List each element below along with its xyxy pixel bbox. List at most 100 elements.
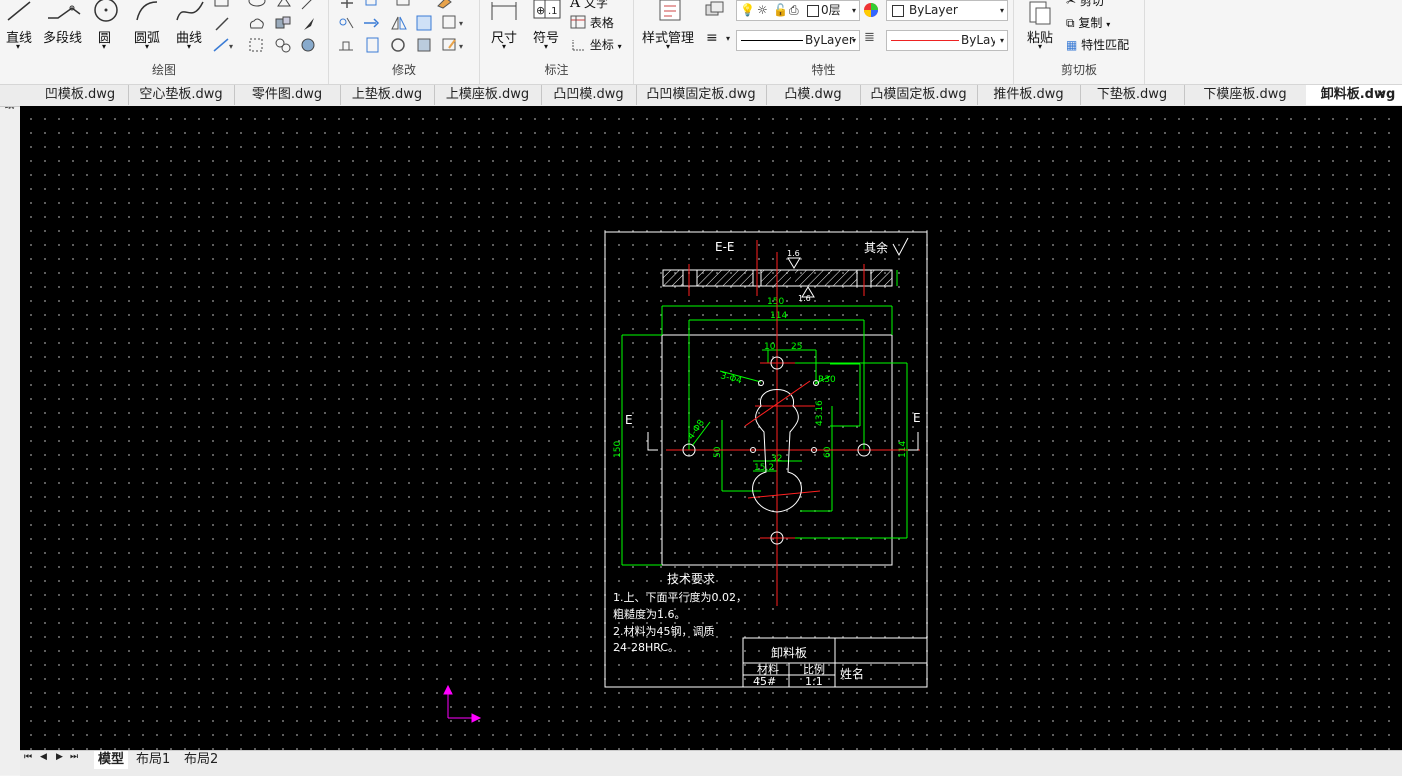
layout-tab-model[interactable]: 模型 xyxy=(94,751,129,769)
file-tab[interactable]: 凸凹模.dwg xyxy=(541,85,637,105)
linetype-preview xyxy=(741,40,803,41)
file-tab[interactable]: 下垫板.dwg xyxy=(1080,85,1185,105)
file-tab[interactable]: 零件图.dwg xyxy=(234,85,341,105)
ellipse-icon[interactable] xyxy=(248,0,266,8)
region-icon[interactable] xyxy=(274,37,292,53)
close-tab-icon[interactable]: ✕ xyxy=(1376,87,1386,101)
layer-dropdown[interactable]: 💡 ☼ 🔓 ⎙ 0层 ▾ xyxy=(736,0,860,21)
lineweight-icon[interactable]: ≣ xyxy=(864,30,875,45)
roughness-symbol xyxy=(892,237,909,257)
svg-text:▾: ▾ xyxy=(229,42,233,51)
rectangle-icon[interactable] xyxy=(214,0,230,8)
style-manager-tool[interactable]: 样式管理 ▾ xyxy=(640,0,700,55)
file-tab[interactable]: 凹模板.dwg xyxy=(32,85,129,105)
color-wheel-icon[interactable] xyxy=(862,1,880,19)
dim-10: 10 xyxy=(764,342,776,352)
clipboard-panel-title: 剪切板 xyxy=(1060,63,1097,77)
rotate-icon[interactable] xyxy=(395,0,413,10)
mirror-icon[interactable] xyxy=(389,14,409,32)
tech-line-3: 2.材料为45钢，调质 xyxy=(613,624,715,638)
file-tab[interactable]: 卸料板.dwg xyxy=(1306,85,1402,105)
file-tab[interactable]: 上垫板.dwg xyxy=(340,85,435,105)
document-tab-bar: 凹模板.dwg 空心垫板.dwg 零件图.dwg 上垫板.dwg 上模座板.dwg 凸凹模… xyxy=(0,85,1402,107)
copy-tool[interactable]: ⧉ 复制 ▾ xyxy=(1066,14,1110,31)
scale-icon[interactable] xyxy=(363,36,383,54)
rotate-object-icon[interactable] xyxy=(389,36,409,54)
text-tool[interactable]: A 文字 xyxy=(570,0,608,11)
table-tool[interactable]: 表格 xyxy=(570,14,614,31)
file-tab[interactable]: 上模座板.dwg xyxy=(434,85,542,105)
properties-edit-icon[interactable]: ▾ xyxy=(441,36,467,54)
list-icon[interactable]: ≡ xyxy=(706,30,718,46)
scissors-icon: ✂ xyxy=(1066,0,1077,8)
file-tab[interactable]: 下模座板.dwg xyxy=(1184,85,1307,105)
polyline-label: 多段线 xyxy=(43,31,83,46)
file-tab[interactable]: 凸凹模固定板.dwg xyxy=(636,85,767,105)
line-tool[interactable]: 直线 ▾ xyxy=(4,0,34,55)
coordinate-label: 坐标 xyxy=(589,38,614,52)
layout-tab-1[interactable]: 布局1 xyxy=(136,751,170,769)
last-layout-icon[interactable]: ⏭ xyxy=(70,752,78,762)
extend-icon[interactable] xyxy=(362,14,382,32)
xline-icon[interactable]: ▾ xyxy=(212,37,234,53)
first-layout-icon[interactable]: ⏮ xyxy=(24,752,32,762)
curve-tool[interactable]: 曲线 ▾ xyxy=(175,0,205,55)
dimension-tool[interactable]: 尺寸 ▾ xyxy=(490,0,520,55)
tech-line-4: 24-28HRC。 xyxy=(613,641,679,654)
dim-25: 25 xyxy=(791,342,802,352)
point-icon[interactable] xyxy=(300,0,314,11)
arc-tool[interactable]: 圆弧 ▾ xyxy=(133,0,163,55)
file-tab[interactable]: 推件板.dwg xyxy=(977,85,1081,105)
file-tab[interactable]: 凸模.dwg xyxy=(766,85,861,105)
file-tab[interactable]: 凸模固定板.dwg xyxy=(860,85,978,105)
layout-tab-2[interactable]: 布局2 xyxy=(184,751,218,769)
file-tab[interactable]: 空心垫板.dwg xyxy=(128,85,235,105)
move-icon[interactable] xyxy=(338,0,356,10)
block-icon[interactable] xyxy=(274,16,292,32)
hatch-icon[interactable] xyxy=(248,37,264,53)
tolerance-symbol-icon: ⊕ .1 xyxy=(533,0,561,19)
color-dropdown[interactable]: ByLayer ▾ xyxy=(886,0,1008,21)
next-layout-icon[interactable]: ▶ xyxy=(56,752,63,762)
section-marker-right: E xyxy=(913,411,921,425)
table-icon xyxy=(570,15,586,29)
explode-icon[interactable] xyxy=(415,36,435,54)
cut-tool[interactable]: ✂ 剪切 xyxy=(1066,0,1104,9)
layout-tab-bar: ⏮ ◀ ▶ ⏭ 模型 布局1 布局2 xyxy=(20,750,1402,776)
polyline-tool[interactable]: 多段线 xyxy=(42,0,84,55)
rough-other-label: 其余 xyxy=(864,240,888,255)
modify-panel: ▾ ▾ 修改 xyxy=(329,0,480,84)
revcloud-icon[interactable] xyxy=(248,16,266,32)
dim-15-2: 15.2 xyxy=(754,463,774,473)
stretch-icon[interactable] xyxy=(337,36,357,54)
polyline-icon xyxy=(48,5,81,19)
paste-tool[interactable]: 粘贴 ▾ xyxy=(1024,0,1058,55)
offset-icon[interactable] xyxy=(415,14,435,32)
chevron-down-icon: ▾ xyxy=(851,6,856,15)
drawing-canvas[interactable]: E-E 其余 1.6 1.6 150 114 10 25 R30 3-Φ4 4-… xyxy=(20,106,1402,750)
draw-panel-title: 绘图 xyxy=(151,63,176,77)
triangle-icon[interactable] xyxy=(276,0,292,8)
match-properties-tool[interactable]: ▦ 特性匹配 xyxy=(1066,36,1129,53)
circle-tool[interactable]: 圆 ▾ xyxy=(92,0,120,55)
wipeout-icon[interactable] xyxy=(300,37,316,53)
section-label: E-E xyxy=(715,240,735,254)
move-cursor-icon[interactable] xyxy=(302,16,316,32)
dim-60: 60 xyxy=(823,446,833,458)
chevron-down-icon: ▾ xyxy=(851,36,856,45)
dim-150-vertical: 150 xyxy=(613,441,623,458)
construction-line-icon[interactable] xyxy=(214,16,230,32)
symbol-tool[interactable]: ⊕ .1 符号 ▾ xyxy=(532,0,562,55)
svg-text:▾: ▾ xyxy=(459,19,463,28)
coordinate-tool[interactable]: 坐标 ▾ xyxy=(570,36,622,53)
lineweight-dropdown[interactable]: ByLayer ▾ xyxy=(886,30,1008,51)
trim-icon[interactable] xyxy=(337,14,357,32)
annotate-panel: 尺寸 ▾ ⊕ .1 符号 ▾ A 文字 表格 坐标 ▾ 标注 xyxy=(480,0,634,84)
layer-manager-icon[interactable] xyxy=(704,1,726,19)
printer-icon: ⎙ xyxy=(789,3,799,17)
linetype-dropdown[interactable]: ByLayer ▾ xyxy=(736,30,860,51)
copy-object-icon[interactable] xyxy=(364,0,382,10)
eraser-icon[interactable] xyxy=(436,0,454,10)
prev-layout-icon[interactable]: ◀ xyxy=(40,752,47,762)
array-icon[interactable]: ▾ xyxy=(441,14,467,32)
